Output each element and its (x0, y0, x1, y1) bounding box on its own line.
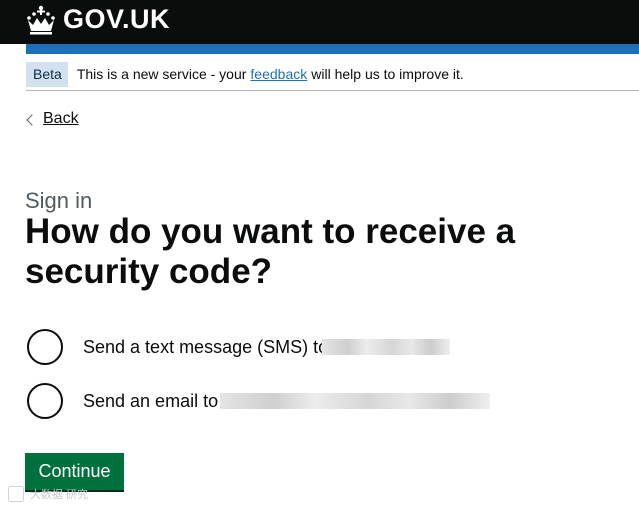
radio-option-sms[interactable]: Send a text message (SMS) to (27, 329, 451, 365)
radio-label-email[interactable]: Send an email to (83, 391, 218, 412)
page-caption: Sign in (25, 188, 93, 213)
govuk-logo-link[interactable]: GOV.UK (25, 4, 170, 35)
radio-button-email[interactable] (27, 383, 63, 419)
watermark: 大数据 研究 (8, 486, 88, 502)
back-link-label: Back (43, 110, 79, 127)
watermark-icon (8, 486, 24, 502)
redacted-phone-number (322, 339, 451, 355)
logo-text: GOV.UK (63, 4, 171, 34)
phase-banner: Beta This is a new service - your feedba… (26, 58, 639, 91)
page-title: How do you want to receive a security co… (25, 212, 516, 291)
radio-label-sms[interactable]: Send a text message (SMS) to (83, 337, 328, 358)
chevron-left-icon (26, 113, 38, 126)
crown-icon (25, 5, 57, 35)
radio-button-sms[interactable] (27, 329, 63, 365)
continue-button[interactable]: Continue (25, 453, 124, 490)
banner-text-before: This is a new service - your (76, 66, 247, 82)
back-link[interactable]: Back (26, 110, 79, 128)
banner-text-after: will help us to improve it. (311, 66, 464, 82)
radio-option-email[interactable]: Send an email to (27, 383, 491, 419)
beta-tag: Beta (26, 61, 68, 87)
feedback-link[interactable]: feedback (250, 66, 307, 82)
header-accent-bar (26, 44, 639, 54)
watermark-text: 大数据 研究 (30, 489, 89, 501)
redacted-email-address (220, 393, 491, 409)
site-header: GOV.UK (0, 0, 639, 44)
